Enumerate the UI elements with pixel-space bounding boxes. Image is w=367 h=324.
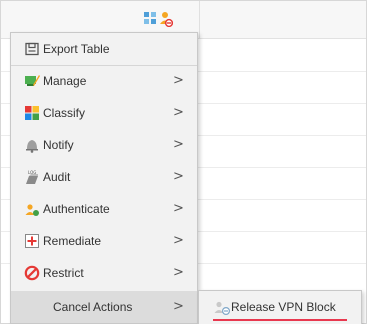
menu-item-label: Manage bbox=[43, 74, 87, 88]
authenticate-user-icon bbox=[25, 204, 39, 216]
chevron-right-icon: > bbox=[173, 73, 184, 88]
release-vpn-block-icon bbox=[214, 301, 231, 316]
submenu-item-release-vpn-block[interactable]: Release VPN Block bbox=[203, 293, 355, 321]
menu-item-label: Audit bbox=[43, 170, 71, 184]
column-divider bbox=[199, 1, 200, 39]
restrict-icon bbox=[24, 265, 40, 281]
bell-icon bbox=[26, 140, 38, 153]
menu-item-restrict[interactable]: Restrict > bbox=[11, 257, 197, 289]
cancel-actions-submenu: Release VPN Block bbox=[198, 290, 362, 324]
export-table-icon bbox=[25, 42, 39, 56]
menu-item-label: Restrict bbox=[43, 266, 84, 280]
menu-item-label: Notify bbox=[43, 138, 74, 152]
menu-item-label: Cancel Actions bbox=[53, 300, 133, 314]
menu-item-label: Remediate bbox=[43, 234, 102, 248]
menu-item-export-table[interactable]: Export Table bbox=[11, 33, 197, 65]
menu-item-remediate[interactable]: Remediate > bbox=[11, 225, 197, 257]
submenu-item-label: Release VPN Block bbox=[231, 300, 336, 314]
chevron-right-icon: > bbox=[173, 137, 184, 152]
user-blocked-icon[interactable] bbox=[159, 11, 173, 27]
menu-item-label: Classify bbox=[43, 106, 86, 120]
chevron-right-icon: > bbox=[173, 105, 184, 120]
chevron-right-icon: > bbox=[173, 169, 184, 184]
chevron-right-icon: > bbox=[173, 265, 184, 280]
menu-item-notify[interactable]: Notify > bbox=[11, 129, 197, 161]
classify-icon bbox=[25, 106, 39, 120]
network-grid-icon[interactable] bbox=[143, 11, 157, 25]
chevron-right-icon: > bbox=[173, 201, 184, 216]
menu-item-cancel-actions[interactable]: Cancel Actions > bbox=[11, 291, 197, 323]
header-icons bbox=[143, 11, 173, 27]
context-menu: Export Table Manage > Classify > Notify … bbox=[10, 32, 198, 324]
chevron-right-icon: > bbox=[173, 233, 184, 248]
menu-item-classify[interactable]: Classify > bbox=[11, 97, 197, 129]
selection-underline bbox=[213, 319, 347, 321]
menu-item-audit[interactable]: LOG Audit > bbox=[11, 161, 197, 193]
manage-icon bbox=[25, 75, 40, 86]
audit-log-icon: LOG bbox=[26, 170, 38, 184]
menu-item-label: Authenticate bbox=[43, 202, 110, 216]
menu-item-label: Export Table bbox=[43, 42, 110, 56]
remediate-plus-icon bbox=[25, 234, 39, 248]
chevron-right-icon: > bbox=[173, 299, 184, 314]
menu-item-authenticate[interactable]: Authenticate > bbox=[11, 193, 197, 225]
menu-item-manage[interactable]: Manage > bbox=[11, 65, 197, 97]
